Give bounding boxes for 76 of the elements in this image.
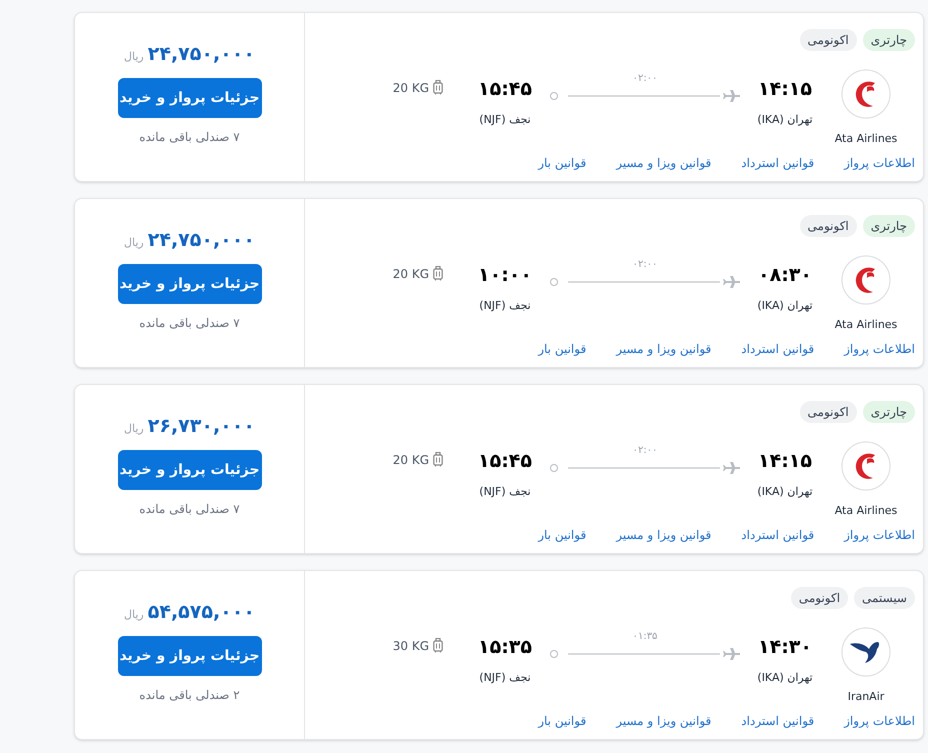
fare-tag: اکونومی	[790, 587, 848, 609]
fare-tag: اکونومی	[800, 401, 857, 423]
baggage-allowance: 30 KG	[392, 638, 429, 654]
airport-name: نجف (NJF)	[479, 112, 531, 128]
airport-name: تهران (IKA)	[757, 112, 813, 128]
seats-left-text: ۷ صندلی باقی مانده	[139, 129, 240, 146]
rules-link[interactable]: قوانین استرداد	[741, 340, 814, 358]
flight-time: ۰۸:۳۰	[758, 263, 812, 288]
details-and-buy-button[interactable]: جزئیات پرواز و خرید	[118, 78, 262, 118]
rules-link[interactable]: اطلاعات پرواز	[844, 340, 915, 358]
suitcase-icon	[433, 80, 443, 95]
rules-link[interactable]: قوانین ویزا و مسیر	[616, 712, 712, 730]
airport-name: تهران (IKA)	[757, 484, 813, 500]
airport-name: نجف (NJF)	[479, 298, 531, 314]
seats-left-text: ۲ صندلی باقی مانده	[139, 687, 240, 704]
price: ۲۴,۷۵۰,۰۰۰	[148, 228, 255, 253]
airport-name: نجف (NJF)	[479, 484, 531, 500]
baggage-allowance: 20 KG	[392, 80, 429, 96]
rules-link[interactable]: قوانین استرداد	[741, 712, 814, 730]
currency-label: ریال	[124, 420, 144, 437]
airport-name: نجف (NJF)	[479, 670, 531, 686]
airline-name: Ata Airlines	[834, 131, 898, 148]
flight-time: ۱۵:۳۵	[478, 635, 532, 660]
baggage-allowance: 20 KG	[392, 266, 429, 282]
fare-tag: سیستمی	[854, 587, 915, 609]
rules-link[interactable]: قوانین بار	[538, 712, 586, 730]
flight-time: ۱۴:۱۵	[758, 77, 812, 102]
fare-tag: چارتری	[862, 215, 915, 237]
currency-label: ریال	[124, 48, 144, 65]
rules-link[interactable]: قوانین ویزا و مسیر	[616, 154, 712, 172]
flight-time: ۱۴:۱۵	[758, 449, 812, 474]
fare-tag: اکونومی	[800, 215, 857, 237]
rules-link[interactable]: قوانین استرداد	[741, 154, 814, 172]
fare-tag: چارتری	[862, 29, 915, 51]
details-and-buy-button[interactable]: جزئیات پرواز و خرید	[118, 264, 262, 304]
crescent-bird-logo-icon	[841, 69, 891, 120]
flight-time: ۱۵:۴۵	[478, 449, 532, 474]
airport-name: تهران (IKA)	[757, 670, 813, 686]
rules-link[interactable]: قوانین بار	[538, 526, 586, 544]
flight-time: ۱۴:۳۰	[758, 635, 812, 660]
fare-tag: چارتری	[862, 401, 915, 423]
airline-name: Ata Airlines	[834, 503, 898, 520]
rules-link[interactable]: قوانین ویزا و مسیر	[616, 526, 712, 544]
airline-name: IranAir	[848, 689, 884, 706]
details-and-buy-button[interactable]: جزئیات پرواز و خرید	[118, 450, 262, 490]
suitcase-icon	[433, 266, 443, 281]
rules-link[interactable]: قوانین بار	[538, 340, 586, 358]
rules-link[interactable]: اطلاعات پرواز	[844, 154, 915, 172]
seats-left-text: ۷ صندلی باقی مانده	[139, 315, 240, 332]
currency-label: ریال	[124, 234, 144, 251]
crescent-bird-logo-icon	[841, 441, 891, 492]
flight-time: ۱۵:۴۵	[478, 77, 532, 102]
suitcase-icon	[433, 452, 443, 467]
flight-time: ۱۰:۰۰	[478, 263, 532, 288]
flight-duration: ۰۲:۰۰	[632, 444, 658, 458]
baggage-allowance: 20 KG	[392, 452, 429, 468]
winged-bird-logo-icon	[841, 627, 891, 678]
details-and-buy-button[interactable]: جزئیات پرواز و خرید	[118, 636, 262, 676]
rules-link[interactable]: قوانین بار	[538, 154, 586, 172]
price: ۲۶,۷۳۰,۰۰۰	[148, 414, 255, 439]
rules-link[interactable]: قوانین استرداد	[741, 526, 814, 544]
seats-left-text: ۷ صندلی باقی مانده	[139, 501, 240, 518]
price: ۵۴,۵۷۵,۰۰۰	[148, 600, 255, 625]
price: ۲۴,۷۵۰,۰۰۰	[148, 42, 255, 67]
rules-link[interactable]: اطلاعات پرواز	[844, 712, 915, 730]
fare-tag: اکونومی	[800, 29, 857, 51]
suitcase-icon	[433, 638, 443, 653]
rules-link[interactable]: قوانین ویزا و مسیر	[616, 340, 712, 358]
flight-duration: ۰۲:۰۰	[632, 72, 658, 86]
crescent-bird-logo-icon	[841, 255, 891, 306]
flight-duration: ۰۱:۳۵	[632, 630, 658, 644]
flight-duration: ۰۲:۰۰	[632, 258, 658, 272]
rules-link[interactable]: اطلاعات پرواز	[844, 526, 915, 544]
airport-name: تهران (IKA)	[757, 298, 813, 314]
airline-name: Ata Airlines	[834, 317, 898, 334]
currency-label: ریال	[124, 606, 144, 623]
